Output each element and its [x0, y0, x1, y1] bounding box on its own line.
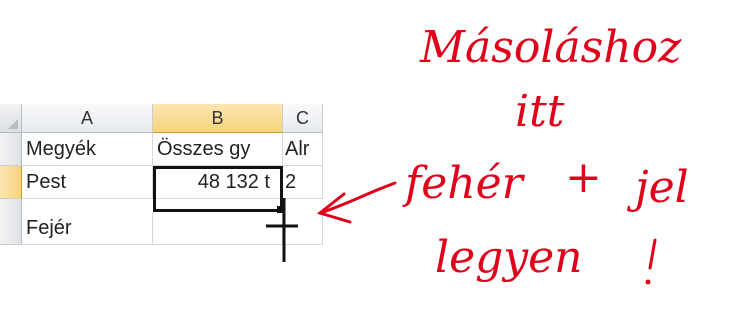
row-header-1[interactable] — [0, 133, 22, 166]
select-all-corner[interactable] — [0, 104, 22, 133]
cell-c2[interactable]: 2 — [283, 166, 323, 199]
cell-a1[interactable]: Megyék — [22, 133, 153, 166]
annotation-line-4: + — [565, 152, 602, 203]
column-header-c[interactable]: C — [283, 104, 323, 133]
cell-b2[interactable]: 48 132 t — [153, 166, 283, 199]
fill-cursor-icon — [266, 198, 298, 262]
cell-c1[interactable]: Alr — [283, 133, 323, 166]
column-header-b[interactable]: B — [153, 104, 283, 133]
annotation-line-5: jel — [635, 162, 689, 213]
annotation-line-3: fehér — [405, 158, 523, 209]
cell-b1[interactable]: Összes gy — [153, 133, 283, 166]
row-header-2[interactable] — [0, 166, 22, 199]
column-header-a[interactable]: A — [22, 104, 153, 133]
row-header-3[interactable] — [0, 199, 22, 245]
cell-a3[interactable]: Fejér — [22, 212, 153, 245]
annotation-line-6: legyen — [435, 232, 583, 283]
annotation-line-2: itt — [515, 86, 565, 137]
annotation-line-1: Másoláshoz — [420, 22, 682, 73]
cell-a2[interactable]: Pest — [22, 166, 153, 199]
